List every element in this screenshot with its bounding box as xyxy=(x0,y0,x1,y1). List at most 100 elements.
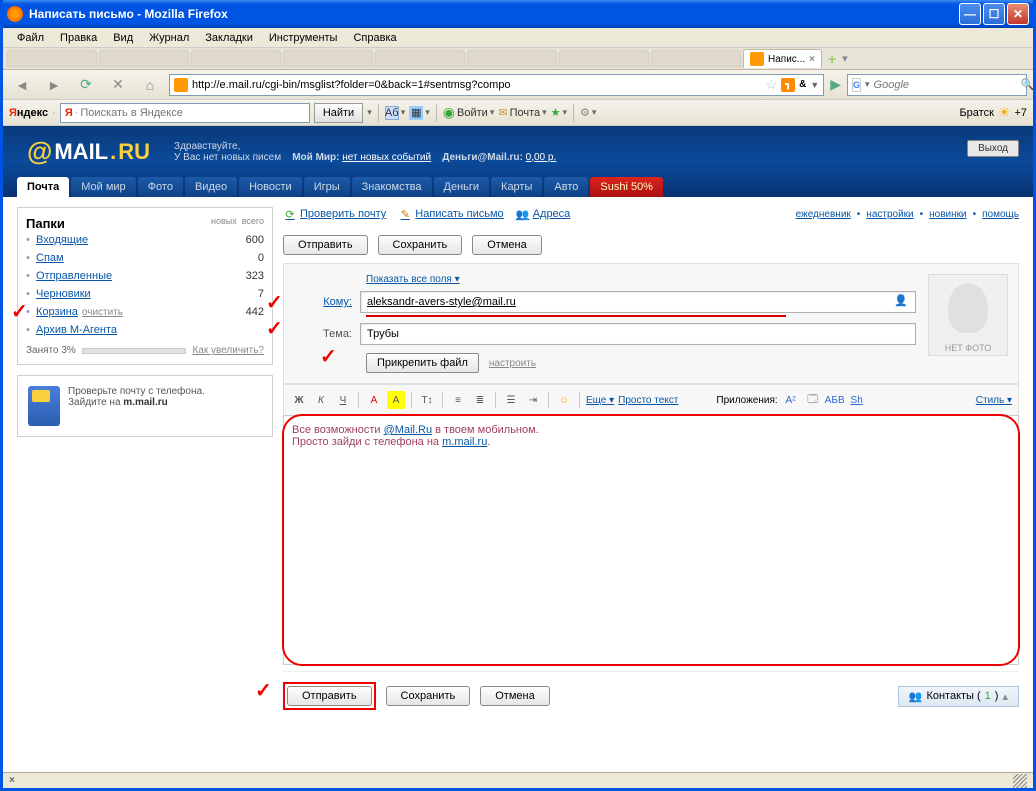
cancel-button-top[interactable]: Отмена xyxy=(472,235,541,255)
tab-ghost[interactable] xyxy=(651,50,741,67)
yandex-logo[interactable]: ЯЯндексндекс xyxy=(9,107,48,119)
subject-input[interactable] xyxy=(360,323,916,345)
diary-link[interactable]: ежедневник xyxy=(796,209,851,220)
emoji-button[interactable]: ☺ xyxy=(555,391,573,409)
url-misc-icon[interactable]: & xyxy=(799,79,806,90)
bold-button[interactable]: Ж xyxy=(290,391,308,409)
tab-maps[interactable]: Карты xyxy=(491,177,542,197)
compose-link[interactable]: ✎Написать письмо xyxy=(398,207,503,221)
italic-button[interactable]: К xyxy=(312,391,330,409)
attach-button[interactable]: Прикрепить файл xyxy=(366,353,479,373)
save-button-bottom[interactable]: Сохранить xyxy=(386,686,471,706)
yandex-find-dropdown[interactable]: ▾ xyxy=(367,107,372,118)
yandex-bookmark-button[interactable]: ★▾ xyxy=(551,106,567,119)
folder-drafts[interactable]: •Черновики7 xyxy=(26,285,264,303)
go-button[interactable]: ▶ xyxy=(830,76,841,93)
tab-auto[interactable]: Авто xyxy=(544,177,588,197)
contacts-widget[interactable]: 👥 Контакты (1) ▴ xyxy=(898,686,1019,707)
yandex-search[interactable]: Я · xyxy=(60,103,310,123)
tab-ghost[interactable] xyxy=(99,50,189,67)
menu-bookmarks[interactable]: Закладки xyxy=(197,30,261,46)
tab-photo[interactable]: Фото xyxy=(138,177,183,197)
yandex-login-button[interactable]: ◉Войти▾ xyxy=(443,104,495,121)
style-link[interactable]: Стиль ▾ xyxy=(976,395,1012,406)
app-sh-button[interactable]: Sh xyxy=(848,391,866,409)
underline-button[interactable]: Ч xyxy=(334,391,352,409)
yandex-mail-button[interactable]: ✉Почта▾ xyxy=(498,106,546,119)
forward-button[interactable]: ► xyxy=(41,73,67,97)
color-button[interactable]: A xyxy=(365,391,383,409)
search-go-icon[interactable]: 🔍 xyxy=(1021,78,1035,91)
home-button[interactable]: ⌂ xyxy=(137,73,163,97)
folder-inbox[interactable]: •Входящие600 xyxy=(26,231,264,249)
menu-help[interactable]: Справка xyxy=(345,30,404,46)
resize-grip-icon[interactable] xyxy=(1013,774,1027,788)
my-world-link[interactable]: нет новых событий xyxy=(342,152,431,163)
menu-edit[interactable]: Правка xyxy=(52,30,105,46)
tab-list-button[interactable]: ▾ xyxy=(842,52,848,65)
tab-promo[interactable]: Sushi 50% xyxy=(590,177,663,197)
bookmark-star-icon[interactable]: ☆ xyxy=(765,77,777,93)
cancel-button-bottom[interactable]: Отмена xyxy=(480,686,549,706)
align-button[interactable]: ≣ xyxy=(471,391,489,409)
tab-ghost[interactable] xyxy=(283,50,373,67)
new-tab-button[interactable]: + xyxy=(824,51,840,67)
yandex-widget-button[interactable]: ▦▾ xyxy=(409,106,430,120)
check-mail-link[interactable]: ⟳Проверить почту xyxy=(283,207,386,221)
plaintext-link[interactable]: Просто текст xyxy=(618,395,678,406)
stop-button[interactable]: ✕ xyxy=(105,73,131,97)
mailru-logo[interactable]: @ MAIL . RU xyxy=(17,132,160,171)
to-label[interactable]: Кому: xyxy=(296,296,352,308)
yandex-translate-button[interactable]: Аб▾ xyxy=(385,106,406,120)
url-input[interactable] xyxy=(192,79,761,91)
indent-button[interactable]: ⇥ xyxy=(524,391,542,409)
tab-mail[interactable]: Почта xyxy=(17,177,69,197)
tab-games[interactable]: Игры xyxy=(304,177,350,197)
tab-video[interactable]: Видео xyxy=(185,177,237,197)
align-left-button[interactable]: ≡ xyxy=(449,391,467,409)
tab-money[interactable]: Деньги xyxy=(434,177,490,197)
settings-link[interactable]: настройки xyxy=(866,209,913,220)
yandex-find-button[interactable]: Найти xyxy=(314,103,363,123)
menu-tools[interactable]: Инструменты xyxy=(261,30,346,46)
yandex-search-input[interactable] xyxy=(80,107,304,119)
tab-ghost[interactable] xyxy=(467,50,557,67)
maximize-button[interactable]: ☐ xyxy=(983,3,1005,25)
google-icon[interactable]: G xyxy=(852,78,861,92)
send-button-top[interactable]: Отправить xyxy=(283,235,368,255)
folder-sent[interactable]: •Отправленные323 xyxy=(26,267,264,285)
list-button[interactable]: ☰ xyxy=(502,391,520,409)
back-button[interactable]: ◄ xyxy=(9,73,35,97)
message-editor[interactable]: Все возможности @Mail.Ru в твоем мобильн… xyxy=(283,415,1019,665)
tab-myworld[interactable]: Мой мир xyxy=(71,177,135,197)
menu-history[interactable]: Журнал xyxy=(141,30,197,46)
tab-active[interactable]: Напис... × xyxy=(743,49,822,68)
editor-link[interactable]: @Mail.Ru xyxy=(384,424,432,436)
tab-news[interactable]: Новости xyxy=(239,177,302,197)
folder-trash[interactable]: •Корзинаочистить442 xyxy=(26,303,264,321)
show-all-fields-link[interactable]: Показать все поля ▾ xyxy=(366,274,1006,285)
attach-settings-link[interactable]: настроить xyxy=(489,358,536,369)
folder-archive[interactable]: •Архив М-Агента xyxy=(26,321,264,339)
tab-ghost[interactable] xyxy=(7,50,97,67)
folder-spam[interactable]: •Спам0 xyxy=(26,249,264,267)
app-translit-button[interactable]: АБВ xyxy=(826,391,844,409)
bgcolor-button[interactable]: A xyxy=(387,391,405,409)
contacts-link[interactable]: 👥Адреса xyxy=(516,207,571,221)
tab-ghost[interactable] xyxy=(191,50,281,67)
yandex-city[interactable]: Братск xyxy=(959,107,993,119)
minimize-button[interactable]: — xyxy=(959,3,981,25)
app-spell-button[interactable]: Aᶻ xyxy=(782,391,800,409)
save-button-top[interactable]: Сохранить xyxy=(378,235,463,255)
reload-button[interactable]: ⟳ xyxy=(73,73,99,97)
tab-ghost[interactable] xyxy=(375,50,465,67)
logout-button[interactable]: Выход xyxy=(967,140,1019,157)
close-button[interactable]: ✕ xyxy=(1007,3,1029,25)
editor-link[interactable]: m.mail.ru xyxy=(442,436,487,448)
tab-dating[interactable]: Знакомства xyxy=(352,177,432,197)
search-box[interactable]: G ▾ 🔍 xyxy=(847,74,1027,96)
statusbar-close-icon[interactable]: × xyxy=(9,775,15,786)
font-button[interactable]: T↕ xyxy=(418,391,436,409)
menu-file[interactable]: Файл xyxy=(9,30,52,46)
app-card-button[interactable]: 🗔 xyxy=(804,391,822,409)
